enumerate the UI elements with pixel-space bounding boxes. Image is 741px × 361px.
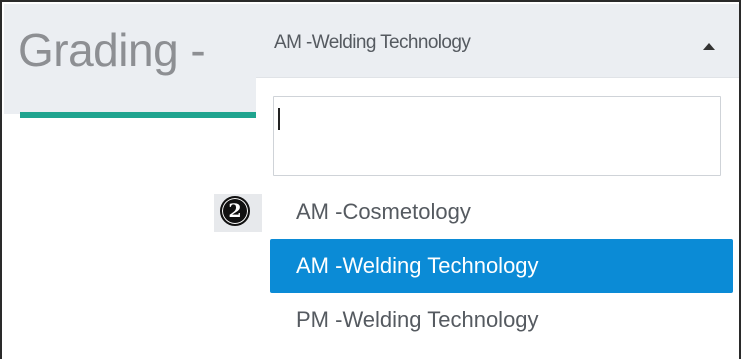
text-cursor — [278, 108, 280, 130]
page-title: Grading - — [18, 24, 206, 76]
dropdown-option-am-cosmetology[interactable]: AM -Cosmetology — [270, 185, 733, 239]
page-header: Grading - — [4, 4, 256, 114]
step-callout: 2 — [214, 194, 262, 232]
caret-up-icon[interactable] — [703, 43, 715, 50]
dropdown-search-input[interactable] — [273, 96, 721, 176]
step-number: 2 — [228, 200, 242, 222]
dropdown-option-am-welding-technology[interactable]: AM -Welding Technology — [270, 239, 733, 293]
dropdown-selected-value: AM -Welding Technology — [274, 32, 471, 53]
class-select-dropdown[interactable]: AM -Welding Technology — [256, 4, 739, 78]
app-frame: Grading - AM -Welding Technology AM -Cos… — [0, 0, 741, 361]
active-tab-indicator — [20, 112, 256, 118]
dropdown-menu: AM -Cosmetology AM -Welding Technology P… — [256, 78, 739, 361]
dropdown-option-pm-welding-technology[interactable]: PM -Welding Technology — [270, 293, 733, 347]
numbered-circle-icon: 2 — [220, 196, 250, 226]
